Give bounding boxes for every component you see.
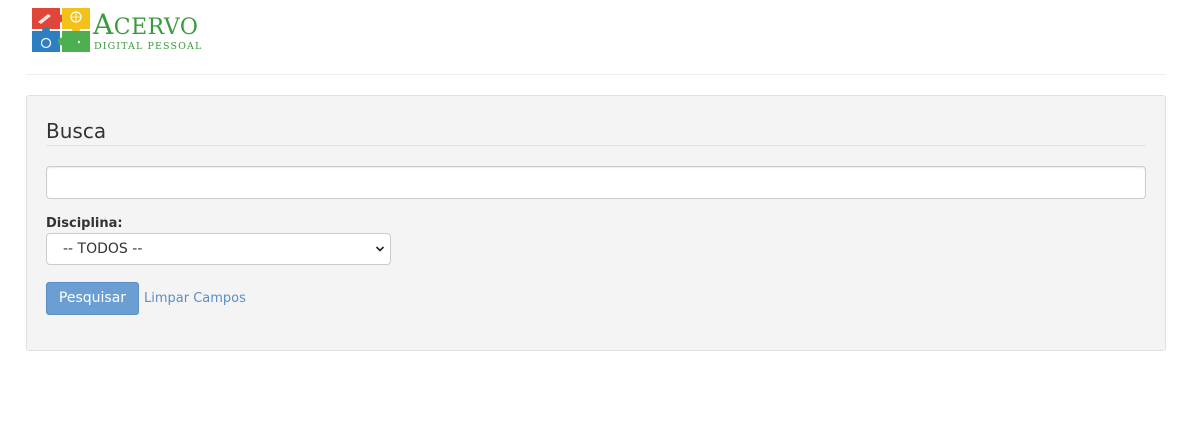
acervo-logo[interactable]: ACERVO DIGITAL PESSOAL bbox=[32, 8, 218, 54]
search-panel-title: Busca bbox=[46, 118, 1146, 146]
logo-subtitle: DIGITAL PESSOAL bbox=[94, 41, 203, 52]
clear-fields-link[interactable]: Limpar Campos bbox=[144, 291, 246, 306]
logo-title: ACERVO bbox=[93, 8, 199, 41]
search-panel: Busca Disciplina: -- TODOS -- Pesquisar … bbox=[26, 95, 1166, 351]
discipline-label: Disciplina: bbox=[46, 216, 123, 231]
page-header: ACERVO DIGITAL PESSOAL bbox=[26, 0, 1166, 75]
chevron-down-icon bbox=[375, 246, 385, 252]
puzzle-logo-icon bbox=[32, 8, 90, 52]
search-input[interactable] bbox=[46, 166, 1146, 199]
search-button[interactable]: Pesquisar bbox=[46, 282, 139, 315]
discipline-select[interactable]: -- TODOS -- bbox=[46, 233, 391, 265]
discipline-selected-value: -- TODOS -- bbox=[63, 241, 143, 257]
